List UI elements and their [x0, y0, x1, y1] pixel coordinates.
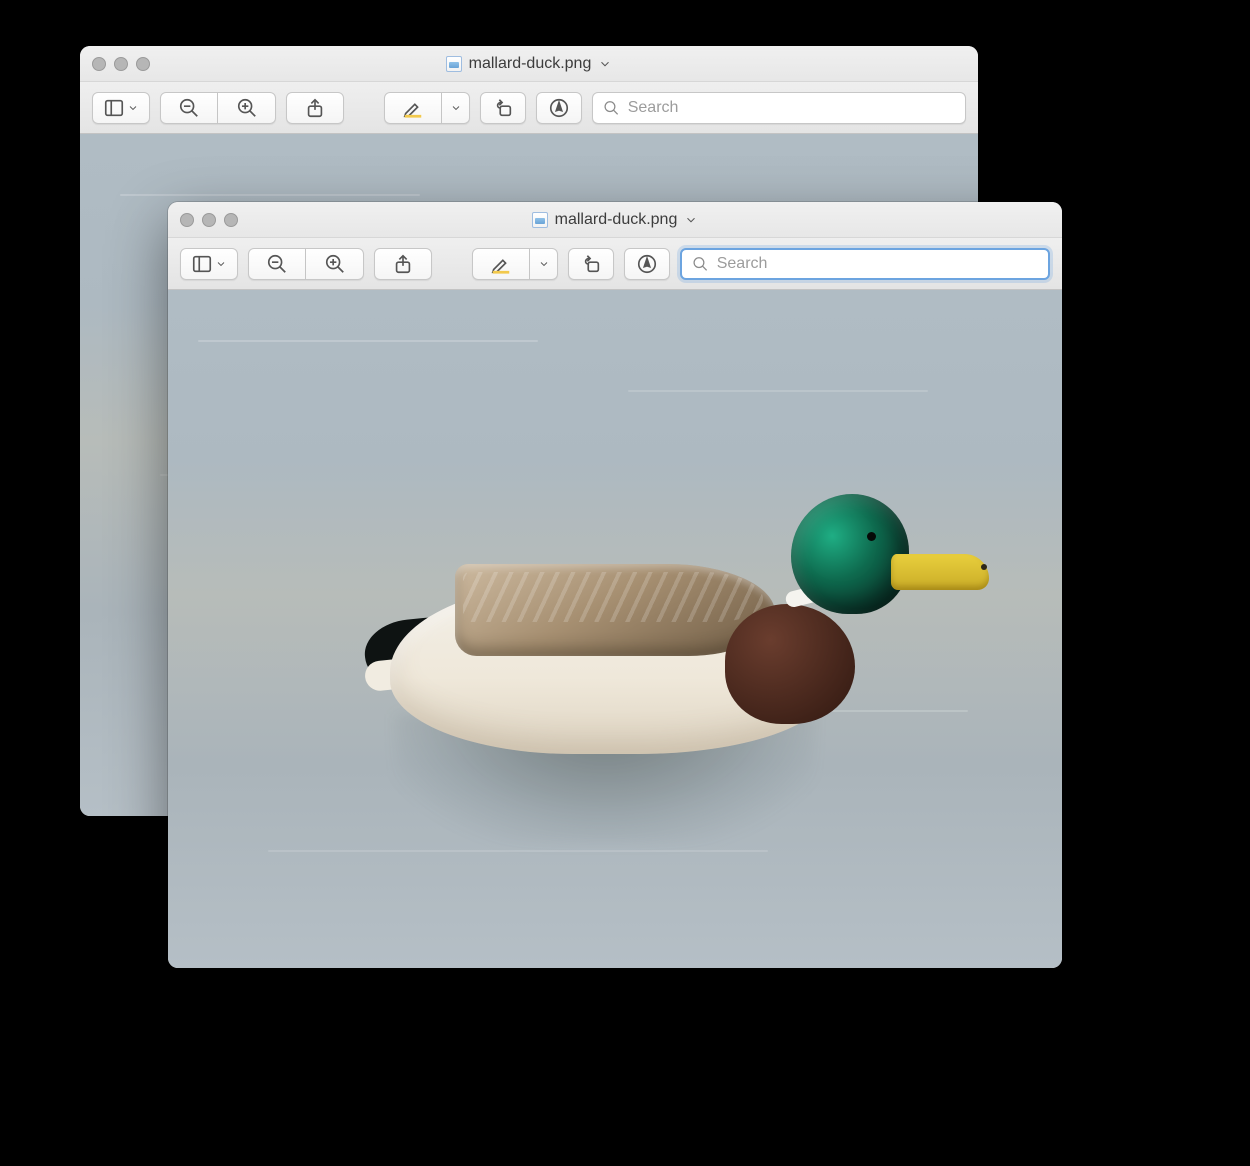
markup-dropdown-button[interactable] [530, 248, 558, 280]
zoom-in-icon [324, 253, 346, 275]
close-icon[interactable] [180, 213, 194, 227]
share-button[interactable] [286, 92, 344, 124]
zoom-window-icon[interactable] [224, 213, 238, 227]
chevron-down-icon [215, 258, 227, 270]
share-icon [392, 253, 414, 275]
markup-group [472, 248, 558, 280]
rotate-left-icon [492, 97, 514, 119]
rotate-left-icon [580, 253, 602, 275]
search-icon [692, 255, 709, 273]
share-button[interactable] [374, 248, 432, 280]
file-image-icon [446, 56, 462, 72]
zoom-out-icon [178, 97, 200, 119]
minimize-icon[interactable] [114, 57, 128, 71]
minimize-icon[interactable] [202, 213, 216, 227]
chevron-down-icon[interactable] [684, 213, 698, 227]
rotate-button[interactable] [568, 248, 614, 280]
traffic-lights [92, 57, 150, 71]
window-title-text: mallard-duck.png [469, 55, 592, 73]
toolbar [80, 82, 978, 134]
search-field[interactable] [592, 92, 966, 124]
zoom-in-icon [236, 97, 258, 119]
toolbar [168, 238, 1062, 290]
markup-group [384, 92, 470, 124]
file-image-icon [532, 212, 548, 228]
zoom-group [160, 92, 276, 124]
highlighter-icon [402, 97, 424, 119]
annotate-button[interactable] [536, 92, 582, 124]
titlebar[interactable]: mallard-duck.png [168, 202, 1062, 238]
zoom-out-button[interactable] [160, 92, 218, 124]
sidebar-button[interactable] [92, 92, 150, 124]
close-icon[interactable] [92, 57, 106, 71]
window-title[interactable]: mallard-duck.png [92, 55, 966, 73]
zoom-group [248, 248, 364, 280]
zoom-out-icon [266, 253, 288, 275]
sidebar-button[interactable] [180, 248, 238, 280]
zoom-out-button[interactable] [248, 248, 306, 280]
markup-button[interactable] [472, 248, 530, 280]
search-field[interactable] [680, 248, 1050, 280]
zoom-in-button[interactable] [306, 248, 364, 280]
window-title-text: mallard-duck.png [555, 211, 678, 229]
sidebar-icon [103, 97, 125, 119]
search-input[interactable] [628, 99, 955, 117]
rotate-button[interactable] [480, 92, 526, 124]
highlighter-icon [490, 253, 512, 275]
pen-circle-icon [636, 253, 658, 275]
chevron-down-icon[interactable] [598, 57, 612, 71]
annotate-button[interactable] [624, 248, 670, 280]
window-title[interactable]: mallard-duck.png [180, 211, 1050, 229]
markup-button[interactable] [384, 92, 442, 124]
chevron-down-icon [538, 258, 550, 270]
pen-circle-icon [548, 97, 570, 119]
preview-window-front: mallard-duck.png [168, 202, 1062, 968]
zoom-window-icon[interactable] [136, 57, 150, 71]
share-icon [304, 97, 326, 119]
search-icon [603, 99, 620, 117]
markup-dropdown-button[interactable] [442, 92, 470, 124]
image-viewport[interactable] [168, 290, 1062, 968]
sidebar-icon [191, 253, 213, 275]
titlebar[interactable]: mallard-duck.png [80, 46, 978, 82]
search-input[interactable] [717, 255, 1038, 273]
chevron-down-icon [127, 102, 139, 114]
zoom-in-button[interactable] [218, 92, 276, 124]
mallard-duck-image [295, 414, 935, 844]
traffic-lights [180, 213, 238, 227]
chevron-down-icon [450, 102, 462, 114]
